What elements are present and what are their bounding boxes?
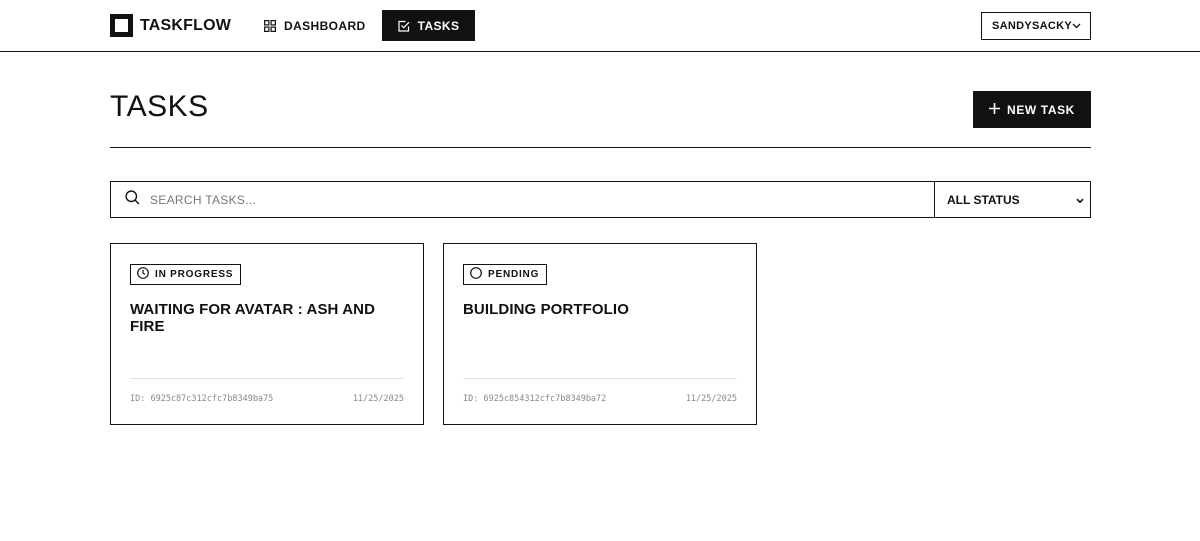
task-date: 11/25/2025 [352,394,404,404]
top-bar: TASKFLOW DASHBOARD TASKS SANDYSACKY [0,0,1200,52]
nav-item-label: DASHBOARD [284,18,366,33]
nav-item-label: TASKS [417,18,460,33]
header-divider [110,147,1091,148]
chevron-down-icon [1072,20,1081,32]
status-filter-select[interactable]: ALL STATUS [934,182,1090,217]
status-badge: PENDING [463,264,548,285]
app-name: TASKFLOW [140,16,232,34]
circle-icon [470,267,482,282]
user-name: SANDYSACKY [992,20,1073,32]
task-id: ID: 6925c854312cfc7b8349ba72 [463,394,607,404]
chevron-down-icon [1076,193,1084,207]
new-task-label: NEW TASK [1007,102,1075,117]
status-badge: IN PROGRESS [130,264,242,285]
card-divider [463,378,737,379]
clock-icon [137,267,149,282]
task-card[interactable]: PENDING BUILDING PORTFOLIO ID: 6925c8543… [443,243,757,425]
filter-bar: ALL STATUS [110,181,1091,218]
main-nav: DASHBOARD TASKS [248,10,476,41]
nav-item-tasks[interactable]: TASKS [381,10,476,41]
card-divider [130,378,404,379]
logo-mark-icon [110,14,133,37]
plus-icon [989,102,1001,117]
task-id: ID: 6925c87c312cfc7b8349ba75 [130,394,274,404]
search-box [111,182,934,217]
search-input[interactable] [150,192,850,207]
nav-item-dashboard[interactable]: DASHBOARD [248,10,382,41]
status-label: IN PROGRESS [155,269,234,280]
checkbox-icon [398,20,410,32]
page-title: TASKS [110,90,209,123]
user-menu-button[interactable]: SANDYSACKY [981,12,1091,40]
new-task-button[interactable]: NEW TASK [973,91,1091,128]
search-icon [125,189,140,210]
task-card[interactable]: IN PROGRESS WAITING FOR AVATAR : ASH AND… [110,243,424,425]
task-title: BUILDING PORTFOLIO [463,301,629,318]
status-label: PENDING [488,269,540,280]
task-title: WAITING FOR AVATAR : ASH AND FIRE [130,301,375,335]
app-logo[interactable]: TASKFLOW [110,14,231,37]
task-date: 11/25/2025 [685,394,737,404]
status-filter-value: ALL STATUS [947,192,1020,207]
dashboard-grid-icon [264,19,276,32]
